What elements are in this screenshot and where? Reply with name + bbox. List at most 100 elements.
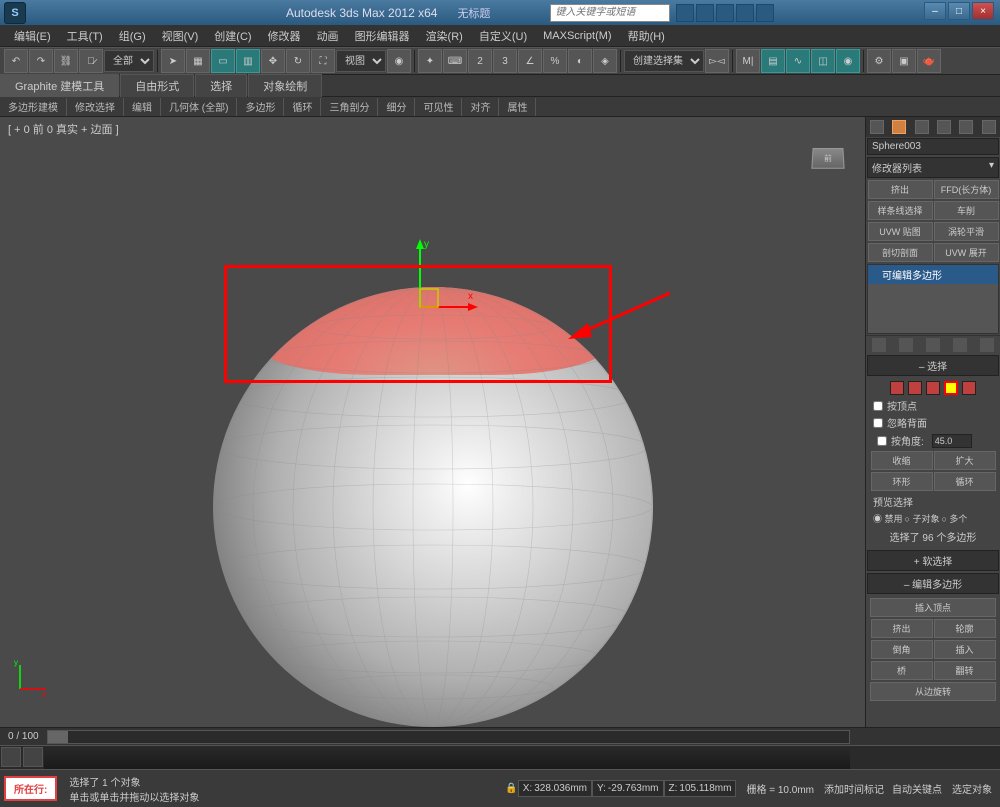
schematic-view-button[interactable]: ◫ xyxy=(811,49,835,73)
rollout-selection[interactable]: – 选择 xyxy=(867,355,999,376)
rendered-frame-button[interactable]: ▣ xyxy=(892,49,916,73)
unlink-button[interactable]: ⛓̷ xyxy=(79,49,103,73)
exchange-icon[interactable] xyxy=(736,4,754,22)
object-name-field[interactable]: Sphere003 xyxy=(867,138,999,155)
align-button[interactable]: M| xyxy=(736,49,760,73)
ribbon-panel-tri[interactable]: 三角剖分 xyxy=(321,98,378,116)
trackbar-open-mini-curve-icon[interactable] xyxy=(1,747,21,767)
outline-button[interactable]: 轮廓 xyxy=(934,619,996,638)
subobj-vertex-icon[interactable] xyxy=(890,381,904,395)
shrink-button[interactable]: 收缩 xyxy=(871,451,933,470)
ribbon-tab-graphite[interactable]: Graphite 建模工具 xyxy=(0,74,119,97)
ref-coord-dropdown[interactable]: 视图 xyxy=(336,50,386,72)
ribbon-panel-modify-sel[interactable]: 修改选择 xyxy=(67,98,124,116)
spinner-snap-button[interactable]: ◐ xyxy=(568,49,592,73)
snap-toggle-2d[interactable]: 2 xyxy=(468,49,492,73)
menu-graph-editors[interactable]: 图形编辑器 xyxy=(347,28,418,44)
ribbon-panel-visibility[interactable]: 可见性 xyxy=(415,98,462,116)
pin-stack-icon[interactable] xyxy=(872,338,886,352)
preview-off-radio[interactable]: ◉ 禁用 xyxy=(873,512,903,525)
rotate-button[interactable]: ↻ xyxy=(286,49,310,73)
grow-button[interactable]: 扩大 xyxy=(934,451,996,470)
quick-mod-uvwmap[interactable]: UVW 贴图 xyxy=(868,222,933,241)
modifier-list-dropdown[interactable]: 修改器列表▾ xyxy=(867,157,999,178)
bevel-button[interactable]: 倒角 xyxy=(871,640,933,659)
ribbon-panel-align[interactable]: 对齐 xyxy=(462,98,499,116)
add-time-tag-button[interactable]: 添加时间标记 xyxy=(824,781,884,796)
minimize-button[interactable]: – xyxy=(924,2,946,20)
menu-views[interactable]: 视图(V) xyxy=(154,28,207,44)
favorites-icon[interactable] xyxy=(696,4,714,22)
ribbon-panel-polygons[interactable]: 多边形 xyxy=(237,98,284,116)
material-editor-button[interactable]: ◉ xyxy=(836,49,860,73)
extrude-button[interactable]: 挤出 xyxy=(871,619,933,638)
ribbon-tab-object-paint[interactable]: 对象绘制 xyxy=(248,74,322,97)
show-end-result-icon[interactable] xyxy=(899,338,913,352)
selection-filter-dropdown[interactable]: 全部 xyxy=(104,50,154,72)
time-slider-handle[interactable] xyxy=(48,731,68,743)
time-slider[interactable]: 0 / 100 xyxy=(0,727,1000,745)
trackbar-filter-icon[interactable] xyxy=(23,747,43,767)
stack-item-editable-poly[interactable]: 可编辑多边形 xyxy=(868,265,998,284)
utilities-panel-icon[interactable] xyxy=(982,120,996,134)
by-vertex-checkbox[interactable]: 按顶点 xyxy=(869,397,997,414)
menu-edit[interactable]: 编辑(E) xyxy=(6,28,59,44)
flip-button[interactable]: 翻转 xyxy=(934,661,996,680)
hinge-from-edge-button[interactable]: 从边旋转 xyxy=(870,682,996,701)
mirror-button[interactable]: ▻◅ xyxy=(705,49,729,73)
render-setup-button[interactable]: ⚙ xyxy=(867,49,891,73)
viewcube[interactable]: 前 xyxy=(806,137,850,181)
inset-button[interactable]: 插入 xyxy=(934,640,996,659)
angle-snap-button[interactable]: ∠ xyxy=(518,49,542,73)
motion-panel-icon[interactable] xyxy=(937,120,951,134)
subobj-polygon-icon[interactable] xyxy=(944,381,958,395)
display-panel-icon[interactable] xyxy=(959,120,973,134)
manipulate-button[interactable]: ✦ xyxy=(418,49,442,73)
ribbon-panel-edit[interactable]: 编辑 xyxy=(124,98,161,116)
coord-x-field[interactable]: X: 328.036mm xyxy=(518,780,592,797)
track-ruler[interactable] xyxy=(44,746,850,769)
select-object-button[interactable]: ➤ xyxy=(161,49,185,73)
named-selection-dropdown[interactable]: 创建选择集 xyxy=(624,50,704,72)
preview-subobj-radio[interactable]: ○ 子对象 xyxy=(905,512,940,525)
move-button[interactable]: ✥ xyxy=(261,49,285,73)
ribbon-panel-loops[interactable]: 循环 xyxy=(284,98,321,116)
undo-button[interactable]: ↶ xyxy=(4,49,28,73)
modify-panel-icon[interactable] xyxy=(892,120,906,134)
menu-customize[interactable]: 自定义(U) xyxy=(471,28,535,44)
quick-mod-turbosmooth[interactable]: 涡轮平滑 xyxy=(934,222,999,241)
app-logo-icon[interactable]: S xyxy=(4,2,26,24)
select-by-name-button[interactable]: ▦ xyxy=(186,49,210,73)
modifier-stack[interactable]: 可编辑多边形 xyxy=(867,264,999,334)
layers-button[interactable]: ▤ xyxy=(761,49,785,73)
make-unique-icon[interactable] xyxy=(926,338,940,352)
ribbon-tab-freeform[interactable]: 自由形式 xyxy=(120,74,194,97)
pivot-center-button[interactable]: ◉ xyxy=(387,49,411,73)
configure-sets-icon[interactable] xyxy=(980,338,994,352)
snap-toggle-3d[interactable]: 3 xyxy=(493,49,517,73)
maximize-button[interactable]: □ xyxy=(948,2,970,20)
redo-button[interactable]: ↷ xyxy=(29,49,53,73)
curve-editor-button[interactable]: ∿ xyxy=(786,49,810,73)
selection-lock-icon[interactable]: 🔒 xyxy=(505,783,517,794)
signin-icon[interactable] xyxy=(716,4,734,22)
ribbon-panel-properties[interactable]: 属性 xyxy=(499,98,536,116)
menu-help[interactable]: 帮助(H) xyxy=(620,28,673,44)
menu-maxscript[interactable]: MAXScript(M) xyxy=(535,30,619,42)
viewport-label[interactable]: [ + 0 前 0 真实 + 边面 ] xyxy=(8,121,119,137)
quick-mod-spline-sel[interactable]: 样条线选择 xyxy=(868,201,933,220)
ribbon-panel-subdiv[interactable]: 细分 xyxy=(378,98,415,116)
subobj-element-icon[interactable] xyxy=(962,381,976,395)
angle-spinner[interactable] xyxy=(932,434,972,448)
percent-snap-button[interactable]: % xyxy=(543,49,567,73)
hierarchy-panel-icon[interactable] xyxy=(915,120,929,134)
edged-faces-button[interactable]: ◈ xyxy=(593,49,617,73)
ring-button[interactable]: 环形 xyxy=(871,472,933,491)
coord-z-field[interactable]: Z: 105.118mm xyxy=(664,780,737,797)
keyboard-shortcut-button[interactable]: ⌨ xyxy=(443,49,467,73)
ribbon-panel-poly-model[interactable]: 多边形建模 xyxy=(0,98,67,116)
coord-y-field[interactable]: Y: -29.763mm xyxy=(592,780,663,797)
loop-button[interactable]: 循环 xyxy=(934,472,996,491)
auto-key-button[interactable]: 自动关键点 xyxy=(888,781,946,796)
quick-mod-lathe[interactable]: 车削 xyxy=(934,201,999,220)
